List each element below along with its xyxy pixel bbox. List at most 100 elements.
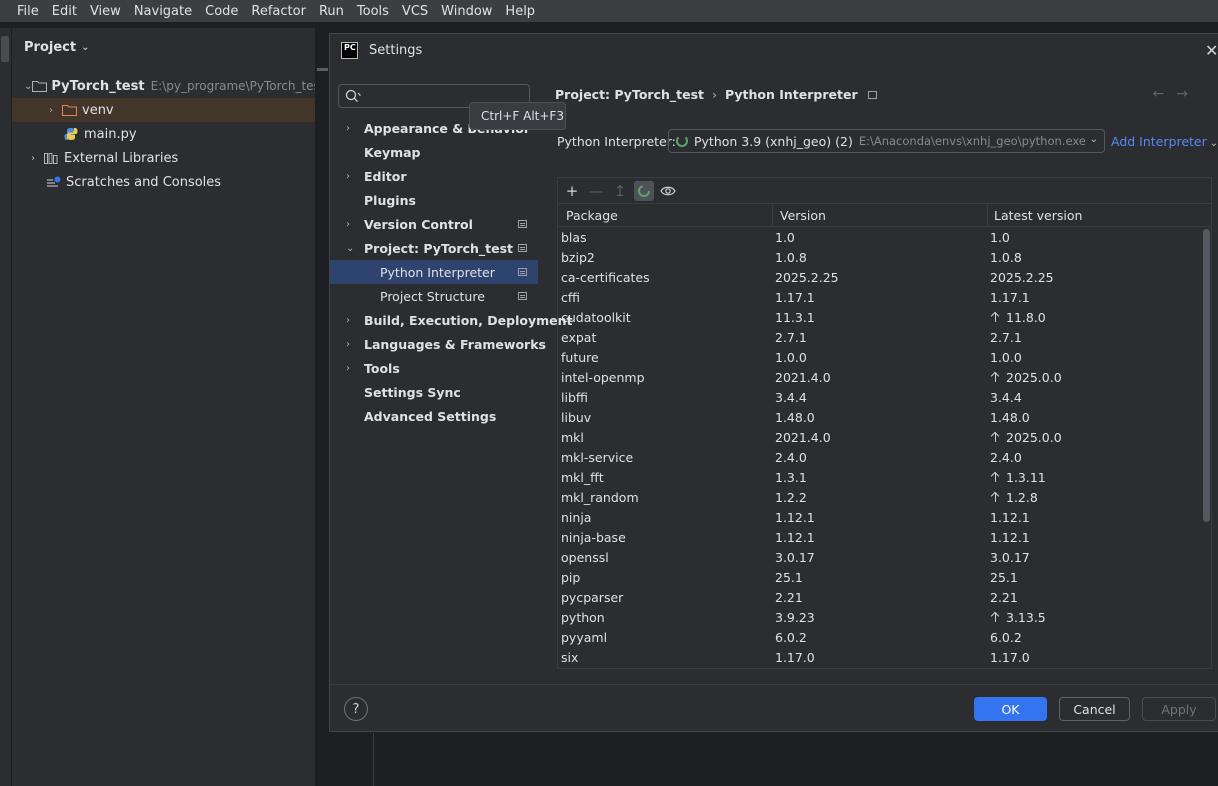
menu-item-run[interactable]: Run <box>316 4 347 19</box>
upgrade-icon[interactable]: ↥ <box>610 181 630 201</box>
menu-item-vcs[interactable]: VCS <box>399 4 431 19</box>
project-panel-header[interactable]: Project ⌄ <box>24 40 89 55</box>
package-row[interactable]: bzip2 1.0.8 1.0.8 <box>558 247 1201 267</box>
chevron-down-icon[interactable]: ⌄ <box>24 81 32 92</box>
settings-nav-build-execution-deployment[interactable]: › Build, Execution, Deployment <box>330 308 572 332</box>
refresh-spinner-icon[interactable] <box>634 180 654 201</box>
chevron-right-icon[interactable]: › <box>346 339 350 350</box>
package-latest-version: 3.13.5 <box>990 610 1046 625</box>
package-row[interactable]: ca-certificates 2025.2.25 2025.2.25 <box>558 267 1201 287</box>
settings-nav-settings-sync[interactable]: Settings Sync <box>330 380 538 404</box>
settings-nav-plugins[interactable]: Plugins <box>330 188 538 212</box>
upgrade-arrow-icon <box>990 491 1001 503</box>
help-button[interactable]: ? <box>344 697 368 721</box>
tree-item-main-py[interactable]: main.py <box>12 122 315 146</box>
settings-nav-advanced-settings[interactable]: Advanced Settings <box>330 404 538 428</box>
ok-button[interactable]: OK <box>974 697 1047 721</box>
settings-nav-editor[interactable]: › Editor <box>330 164 538 188</box>
dialog-title-bar[interactable]: PC Settings ✕ <box>330 34 1218 68</box>
chevron-down-icon[interactable]: ⌄ <box>346 243 354 254</box>
package-row[interactable]: cudatoolkit 11.3.1 11.8.0 <box>558 307 1201 327</box>
package-row[interactable]: expat 2.7.1 2.7.1 <box>558 327 1201 347</box>
menu-item-view[interactable]: View <box>87 4 124 19</box>
settings-nav-version-control[interactable]: › Version Control <box>330 212 538 236</box>
chevron-right-icon[interactable]: › <box>346 219 350 230</box>
add-interpreter-link[interactable]: Add Interpreter ⌄ <box>1111 134 1218 149</box>
settings-nav-keymap[interactable]: Keymap <box>330 140 538 164</box>
package-version: 1.48.0 <box>775 410 815 425</box>
package-row[interactable]: openssl 3.0.17 3.0.17 <box>558 547 1201 567</box>
tree-item-venv[interactable]: › venv <box>12 98 315 122</box>
cancel-button[interactable]: Cancel <box>1059 697 1130 721</box>
add-icon[interactable]: + <box>562 181 582 201</box>
package-version: 1.0.0 <box>775 350 807 365</box>
chevron-right-icon[interactable]: › <box>24 153 42 164</box>
package-row[interactable]: six 1.17.0 1.17.0 <box>558 647 1201 667</box>
package-row[interactable]: cffi 1.17.1 1.17.1 <box>558 287 1201 307</box>
package-row[interactable]: mkl 2021.4.0 2025.0.0 <box>558 427 1201 447</box>
breadcrumb-parent[interactable]: Project: PyTorch_test <box>555 87 704 102</box>
project-scope-icon <box>867 90 877 99</box>
interpreter-select[interactable]: Python 3.9 (xnhj_geo) (2) E:\Anaconda\en… <box>668 129 1105 153</box>
settings-nav-python-interpreter[interactable]: Python Interpreter <box>330 260 538 284</box>
package-row[interactable]: libffi 3.4.4 3.4.4 <box>558 387 1201 407</box>
package-row[interactable]: blas 1.0 1.0 <box>558 227 1201 247</box>
menu-item-tools[interactable]: Tools <box>354 4 392 19</box>
chevron-right-icon[interactable]: › <box>346 123 350 134</box>
back-arrow-icon[interactable]: ← <box>1153 86 1177 102</box>
remove-icon[interactable]: — <box>586 181 606 201</box>
chevron-down-icon: ⌄ <box>81 42 90 53</box>
eye-icon[interactable] <box>658 181 678 201</box>
package-row[interactable]: ninja-base 1.12.1 1.12.1 <box>558 527 1201 547</box>
package-name: mkl_fft <box>561 470 604 485</box>
package-version: 2021.4.0 <box>775 430 831 445</box>
package-row[interactable]: intel-openmp 2021.4.0 2025.0.0 <box>558 367 1201 387</box>
column-header-version[interactable]: Version <box>780 208 826 223</box>
settings-nav-tools[interactable]: › Tools <box>330 356 538 380</box>
project-tool-tab[interactable] <box>1 36 9 62</box>
column-header-package[interactable]: Package <box>566 208 618 223</box>
package-name: mkl <box>561 430 584 445</box>
package-row[interactable]: mkl-service 2.4.0 2.4.0 <box>558 447 1201 467</box>
package-version: 11.3.1 <box>775 310 815 325</box>
tree-root[interactable]: ⌄ PyTorch_test E:\py_programe\PyTorch_te… <box>12 74 325 98</box>
menu-item-edit[interactable]: Edit <box>49 4 80 19</box>
package-row[interactable]: libuv 1.48.0 1.48.0 <box>558 407 1201 427</box>
chevron-right-icon[interactable]: › <box>346 171 350 182</box>
chevron-right-icon[interactable]: › <box>346 315 350 326</box>
column-header-latest-version[interactable]: Latest version <box>994 208 1082 223</box>
package-row[interactable]: ninja 1.12.1 1.12.1 <box>558 507 1201 527</box>
settings-nav-project-pytorch-test[interactable]: ⌄ Project: PyTorch_test <box>330 236 538 260</box>
project-scope-icon <box>518 268 527 276</box>
panel-splitter[interactable] <box>315 28 328 786</box>
package-row[interactable]: pyyaml 6.0.2 6.0.2 <box>558 627 1201 647</box>
menu-item-navigate[interactable]: Navigate <box>131 4 195 19</box>
menu-item-help[interactable]: Help <box>502 4 538 19</box>
package-row[interactable]: python 3.9.23 3.13.5 <box>558 607 1201 627</box>
tree-item-external-libraries[interactable]: › External Libraries <box>12 146 315 170</box>
menu-item-window[interactable]: Window <box>438 4 495 19</box>
breadcrumb-separator-icon: › <box>712 87 717 102</box>
package-name: libuv <box>561 410 592 425</box>
menu-item-code[interactable]: Code <box>202 4 241 19</box>
settings-nav-languages-frameworks[interactable]: › Languages & Frameworks <box>330 332 546 356</box>
close-icon[interactable]: ✕ <box>1205 43 1218 59</box>
package-row[interactable]: mkl_fft 1.3.1 1.3.11 <box>558 467 1201 487</box>
tree-item-scratches[interactable]: Scratches and Consoles <box>12 170 315 194</box>
package-row[interactable]: pycparser 2.21 2.21 <box>558 587 1201 607</box>
project-scope-icon <box>518 244 527 252</box>
menu-item-file[interactable]: File <box>14 4 42 19</box>
package-version: 25.1 <box>775 570 803 585</box>
settings-nav-project-structure[interactable]: Project Structure <box>330 284 538 308</box>
apply-button[interactable]: Apply <box>1142 697 1216 721</box>
vertical-scrollbar[interactable] <box>1203 229 1210 522</box>
package-row[interactable]: mkl_random 1.2.2 1.2.8 <box>558 487 1201 507</box>
forward-arrow-icon[interactable]: → <box>1176 86 1200 102</box>
menu-item-refactor[interactable]: Refactor <box>248 4 309 19</box>
package-row[interactable]: future 1.0.0 1.0.0 <box>558 347 1201 367</box>
chevron-right-icon[interactable]: › <box>42 105 60 116</box>
package-row[interactable]: pip 25.1 25.1 <box>558 567 1201 587</box>
chevron-right-icon[interactable]: › <box>346 363 350 374</box>
loading-spinner-icon <box>676 135 688 147</box>
package-version: 3.0.17 <box>775 550 815 565</box>
